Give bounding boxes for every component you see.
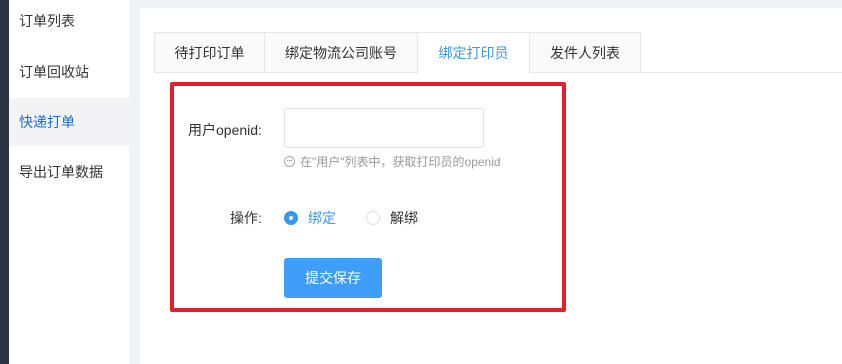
openid-input[interactable]	[284, 108, 484, 148]
radio-bind-label: 绑定	[308, 210, 336, 226]
tab-bar: 待打印订单 绑定物流公司账号 绑定打印员 发件人列表	[154, 32, 842, 73]
sidebar: 订单列表 订单回收站 快递打单 导出订单数据	[9, 0, 129, 364]
openid-hint: 在"用户"列表中，获取打印员的openid	[284, 153, 501, 170]
operation-label: 操作:	[230, 210, 262, 226]
radio-unbind-label: 解绑	[390, 210, 418, 226]
sidebar-item-express-print[interactable]: 快递打单	[9, 98, 129, 146]
tab-pending-print-orders[interactable]: 待打印订单	[154, 32, 265, 72]
radio-unbind[interactable]: 解绑	[366, 208, 418, 228]
submit-save-button[interactable]: 提交保存	[284, 258, 382, 298]
sidebar-item-export-orders[interactable]: 导出订单数据	[9, 148, 129, 196]
sidebar-item-order-recycle-bin[interactable]: 订单回收站	[9, 48, 129, 96]
openid-label: 用户openid:	[188, 122, 262, 138]
tab-sender-list[interactable]: 发件人列表	[529, 32, 641, 72]
radio-unbind-circle[interactable]	[366, 211, 380, 225]
openid-hint-text: 在"用户"列表中，获取打印员的openid	[300, 155, 501, 169]
radio-bind[interactable]: 绑定	[284, 208, 336, 228]
sidebar-dark-strip	[0, 0, 9, 364]
comment-icon	[284, 156, 295, 167]
sidebar-item-order-list[interactable]: 订单列表	[9, 0, 129, 45]
tab-bind-logistics-account[interactable]: 绑定物流公司账号	[264, 32, 418, 72]
tab-bind-printer[interactable]: 绑定打印员	[417, 32, 530, 73]
radio-bind-circle[interactable]	[284, 211, 298, 225]
